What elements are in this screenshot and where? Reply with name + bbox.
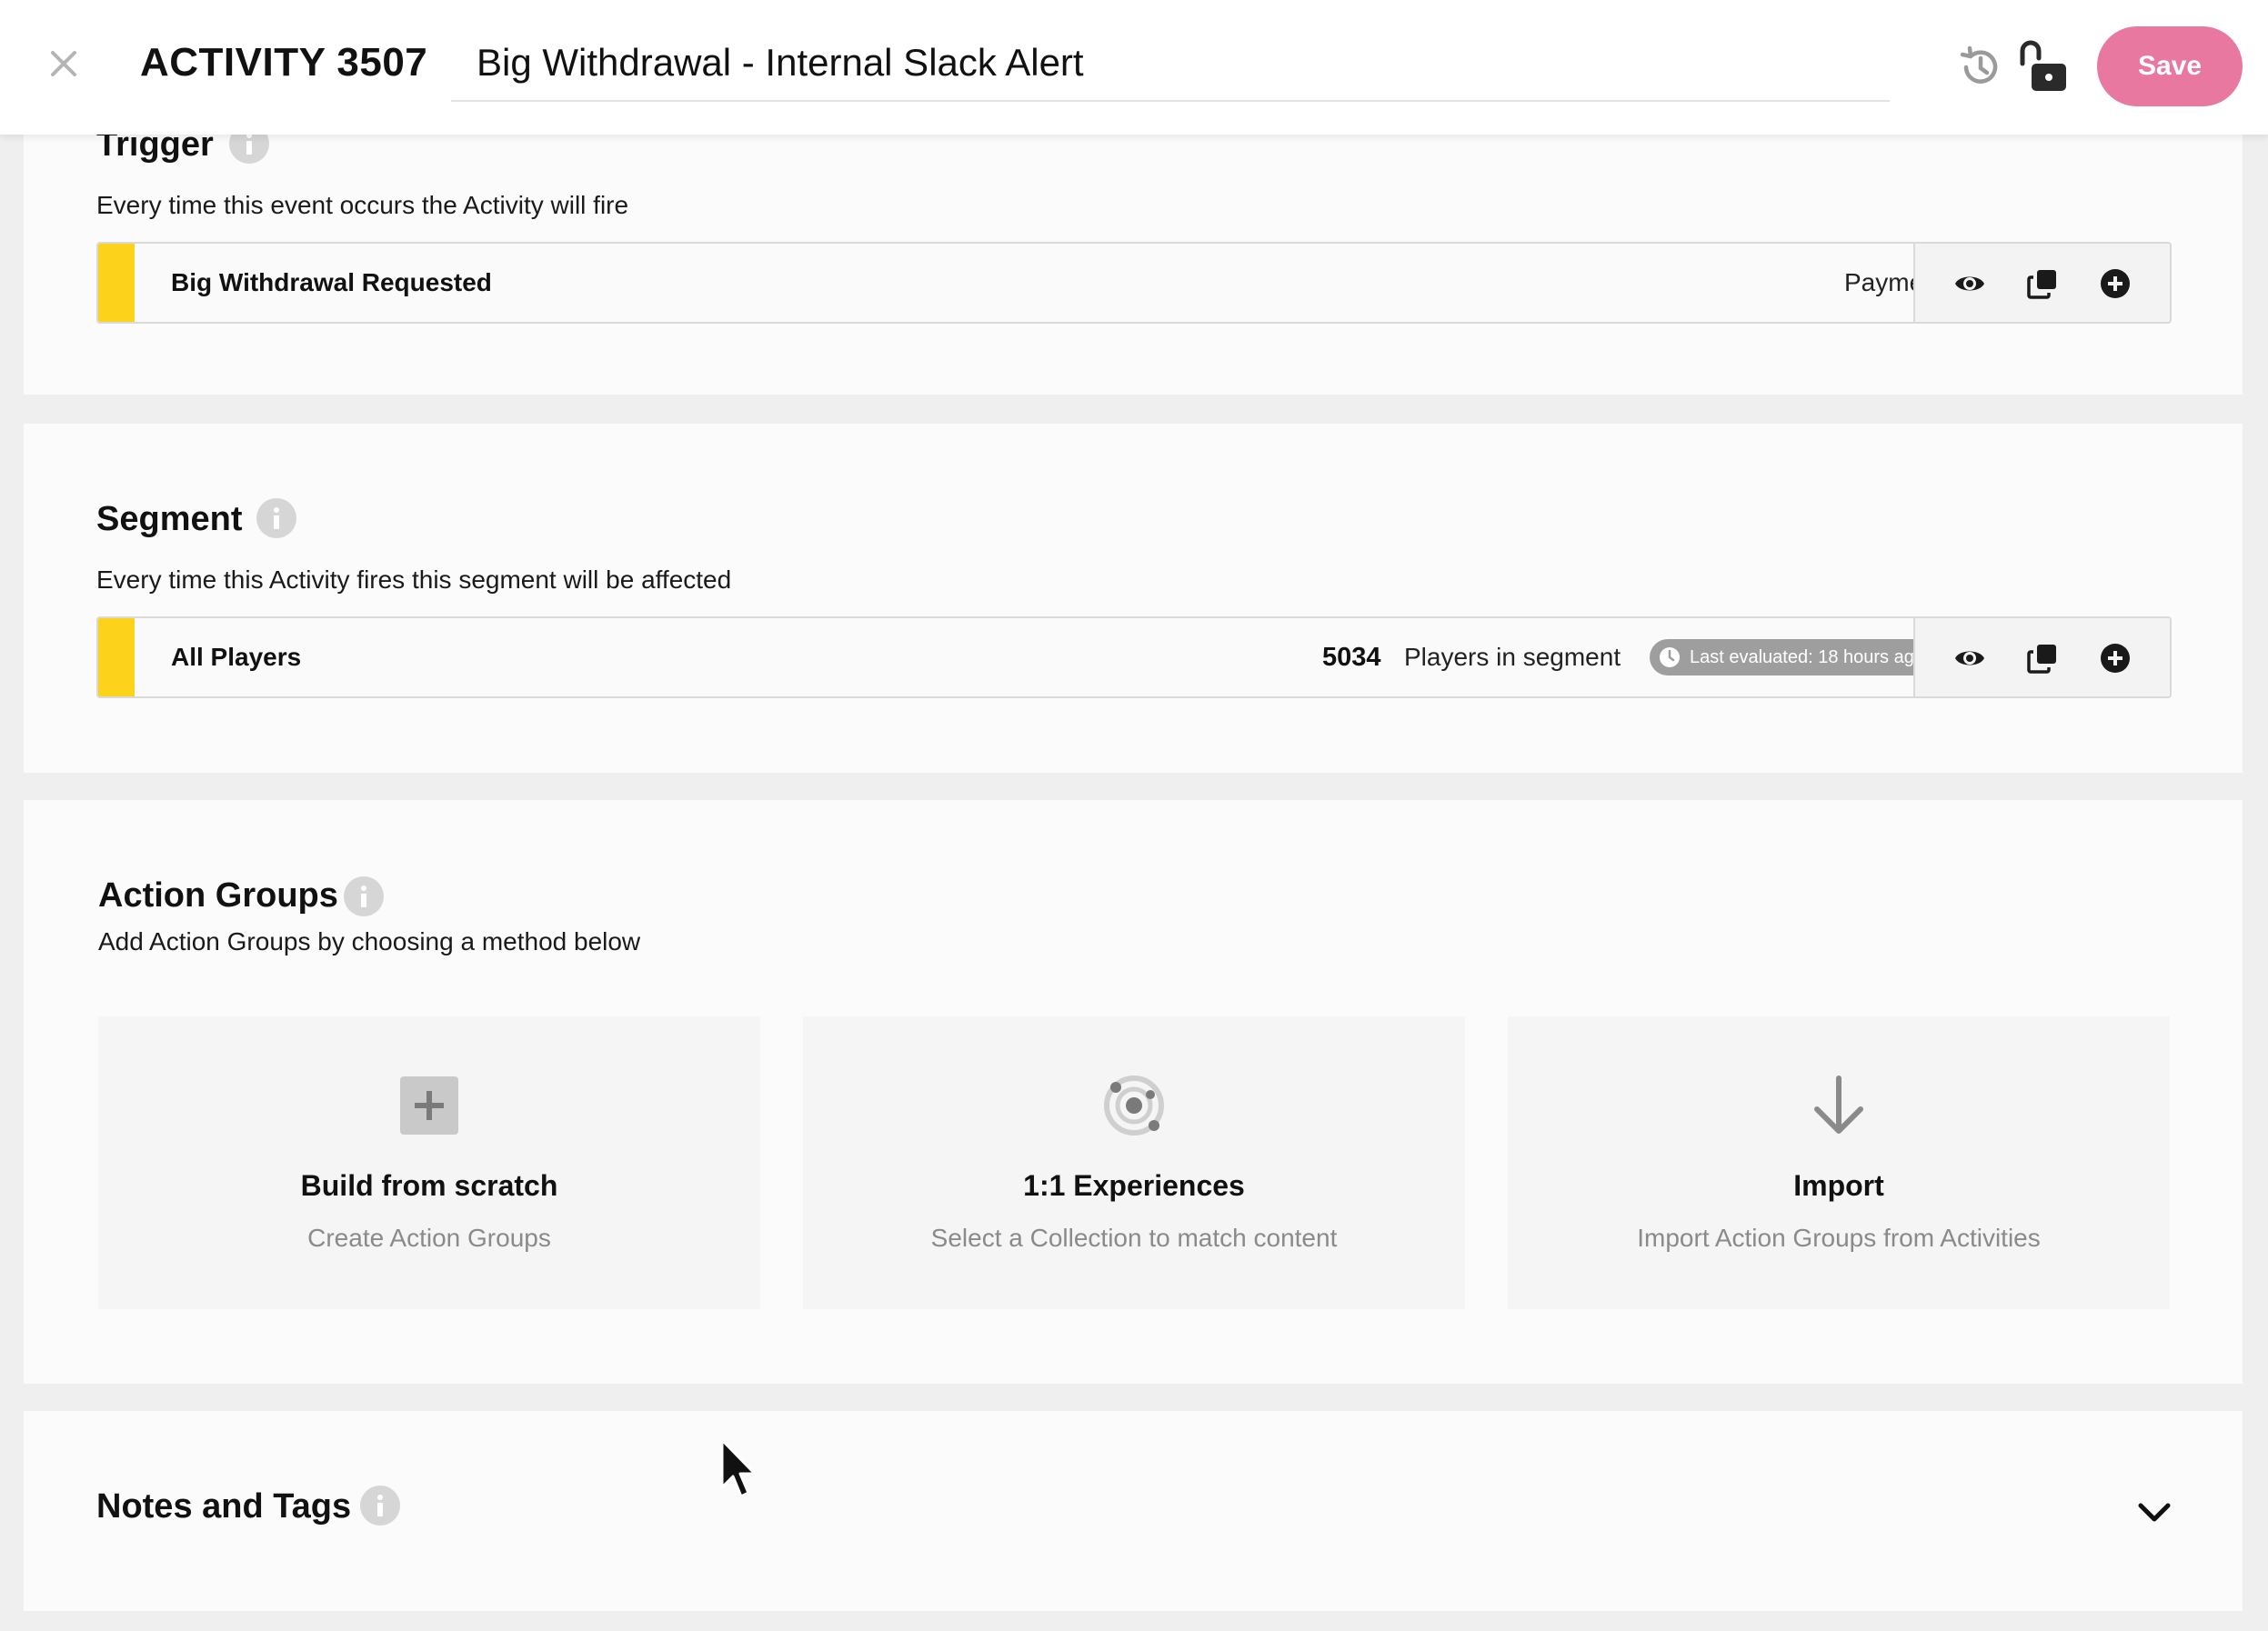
notes-info-icon[interactable]: [360, 1486, 400, 1526]
trigger-description: Every time this event occurs the Activit…: [96, 191, 629, 219]
activity-id: ACTIVITY 3507: [140, 40, 428, 85]
unlock-icon[interactable]: [2013, 36, 2072, 95]
notes-and-tags-card[interactable]: Notes and Tags: [24, 1411, 2243, 1611]
method-subtitle: Import Action Groups from Activities: [1637, 1224, 2041, 1252]
trigger-event-name: Big Withdrawal Requested: [171, 268, 492, 296]
method-subtitle: Create Action Groups: [307, 1224, 551, 1252]
arrow-down-icon: [1814, 1076, 1863, 1134]
segment-card: Segment Every time this Activity fires t…: [24, 424, 2243, 773]
action-groups-title: Action Groups: [98, 876, 338, 915]
orbit-icon: [1104, 1076, 1164, 1136]
last-evaluated-text: Last evaluated: 18 hours ago: [1690, 647, 1924, 667]
segment-description: Every time this Activity fires this segm…: [96, 565, 732, 594]
segment-title: Segment: [96, 500, 243, 538]
history-icon[interactable]: [1957, 44, 2004, 91]
segment-name: All Players: [171, 643, 302, 671]
activity-header: ACTIVITY 3507 Save: [0, 0, 2268, 135]
add-icon[interactable]: [2099, 267, 2132, 300]
player-count-label: Players in segment: [1404, 643, 1621, 671]
build-from-scratch-card[interactable]: Build from scratch Create Action Groups: [98, 1016, 760, 1309]
segment-actions: [1913, 618, 2170, 696]
event-color-stripe: [98, 244, 135, 322]
one-to-one-experiences-card[interactable]: 1:1 Experiences Select a Collection to m…: [803, 1016, 1465, 1309]
action-groups-info-icon[interactable]: [344, 876, 384, 916]
chevron-down-icon[interactable]: [2133, 1491, 2175, 1533]
action-groups-description: Add Action Groups by choosing a method b…: [98, 927, 641, 956]
method-title: 1:1 Experiences: [1023, 1169, 1245, 1202]
duplicate-icon[interactable]: [2026, 642, 2059, 675]
segment-row[interactable]: All Players 5034 Players in segment Last…: [96, 616, 2172, 698]
close-icon[interactable]: [47, 47, 80, 80]
segment-color-stripe: [98, 618, 135, 696]
trigger-actions: [1913, 244, 2170, 322]
trigger-card: Trigger Every time this event occurs the…: [24, 91, 2243, 395]
clock-icon: [1660, 647, 1680, 667]
trigger-event-row[interactable]: Big Withdrawal Requested Payment: [96, 242, 2172, 324]
duplicate-icon[interactable]: [2026, 267, 2059, 300]
last-evaluated-badge: Last evaluated: 18 hours ago: [1650, 639, 1952, 675]
activity-editor: Trigger Every time this event occurs the…: [0, 0, 2268, 1631]
plus-square-icon: [400, 1076, 458, 1135]
method-title: Build from scratch: [300, 1169, 558, 1202]
mouse-cursor-icon: [720, 1438, 757, 1498]
save-button[interactable]: Save: [2097, 26, 2243, 106]
method-subtitle: Select a Collection to match content: [930, 1224, 1338, 1252]
notes-title: Notes and Tags: [96, 1487, 352, 1526]
import-card[interactable]: Import Import Action Groups from Activit…: [1508, 1016, 2170, 1309]
method-title: Import: [1793, 1169, 1884, 1202]
activity-name-input[interactable]: [451, 25, 1890, 102]
view-icon[interactable]: [1953, 642, 1986, 675]
add-icon[interactable]: [2099, 642, 2132, 675]
view-icon[interactable]: [1953, 267, 1986, 300]
segment-info-icon[interactable]: [256, 498, 296, 538]
player-count: 5034: [1322, 643, 1381, 672]
